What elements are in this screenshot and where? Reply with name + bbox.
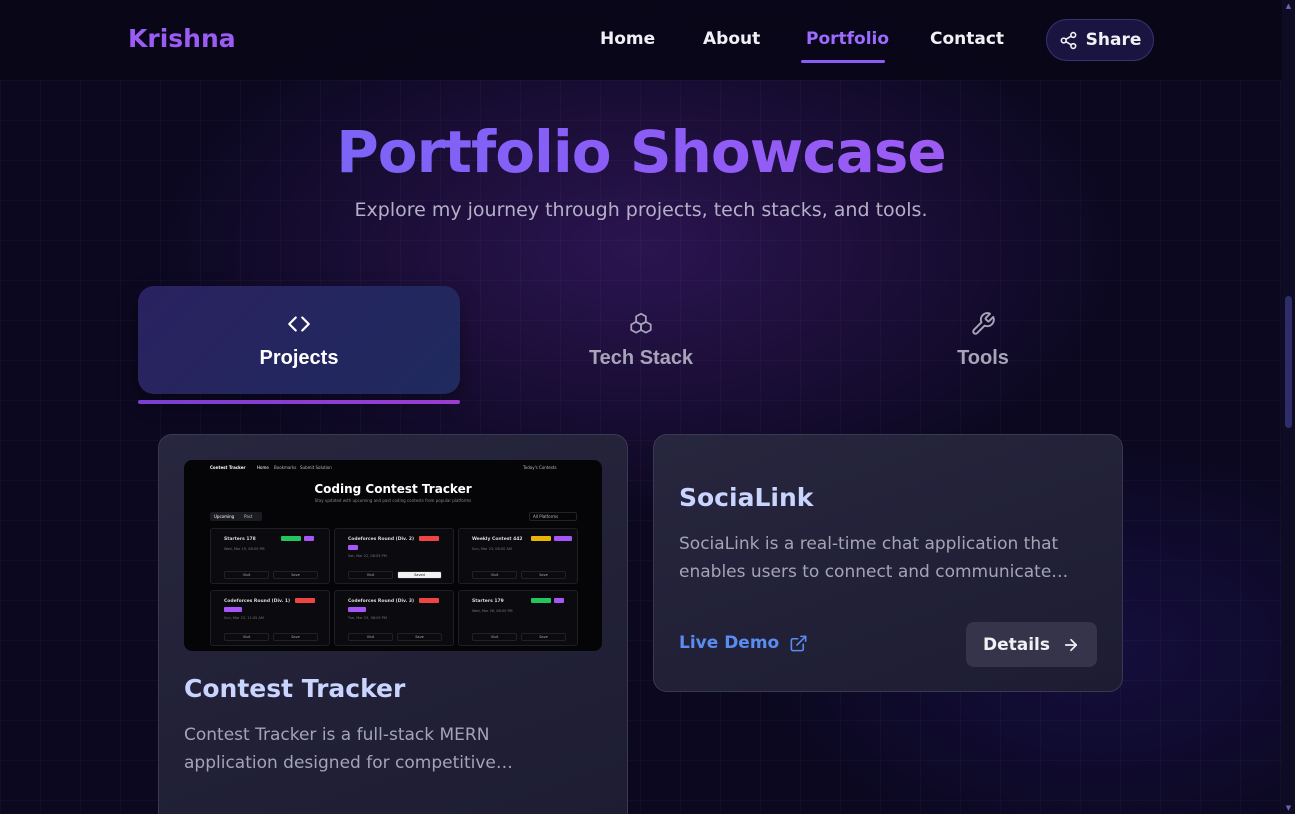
thumb-filter: All Platforms <box>529 512 577 521</box>
thumb-badge <box>304 536 314 541</box>
scroll-down-icon[interactable]: ▼ <box>1285 804 1292 812</box>
thumb-visit-button: Visit <box>472 633 517 641</box>
thumb-save-button: Save <box>273 571 318 579</box>
thumb-contest-name: Codeforces Round (Div. 2) <box>348 537 415 542</box>
thumb-contest-date: Sat, Mar 22, 08:05 PM <box>348 554 387 558</box>
thumb-save-button: Save <box>521 633 566 641</box>
scrollbar[interactable]: ▲ ▼ <box>1282 0 1295 814</box>
live-demo-label: Live Demo <box>679 633 780 653</box>
thumb-nav-item: Bookmarks <box>274 465 297 470</box>
thumb-subtitle: Stay updated with upcoming and past codi… <box>314 498 472 503</box>
live-demo-link[interactable]: Live Demo <box>679 633 808 653</box>
thumb-visit-button: Visit <box>224 571 269 579</box>
thumb-toggle-past: Past <box>244 514 253 519</box>
thumb-contest-card: Codeforces Round (Div. 1) Sun, Mar 23, 1… <box>210 590 330 646</box>
tab-label: Tech Stack <box>588 346 694 369</box>
thumb-contest-date: Tue, Mar 25, 08:05 PM <box>348 616 387 620</box>
code-icon <box>288 315 310 332</box>
thumb-badge <box>348 545 358 550</box>
thumb-badge <box>224 607 242 612</box>
project-description-line: application designed for competitive… <box>184 753 513 773</box>
project-description-line: Contest Tracker is a full-stack MERN <box>184 725 490 745</box>
project-description: Contest Tracker is a full-stack MERN app… <box>184 721 513 777</box>
project-card-socialink[interactable]: SociaLink SociaLink is a real-time chat … <box>653 434 1123 692</box>
project-description-line: enables users to connect and communicate… <box>679 562 1069 582</box>
share-icon <box>1060 31 1077 49</box>
thumb-visit-button: Visit <box>348 571 393 579</box>
thumb-toggle-upcoming: Upcoming <box>214 514 235 519</box>
thumb-visit-button: Visit <box>472 571 517 579</box>
thumb-contest-date: Wed, Mar 19, 08:00 PM <box>224 547 265 551</box>
tab-label: Tools <box>957 346 1009 369</box>
wrench-icon <box>972 311 995 335</box>
thumb-contest-name: Codeforces Round (Div. 3) <box>348 599 415 604</box>
thumb-contest-card: Codeforces Round (Div. 2) Sat, Mar 22, 0… <box>334 528 454 584</box>
thumb-badge <box>554 536 572 541</box>
tab-label: Projects <box>259 346 339 369</box>
thumb-filter-label: All Platforms <box>533 514 559 519</box>
tab-projects[interactable]: Projects <box>138 286 460 394</box>
thumb-right-label: Today's Contests <box>523 465 557 470</box>
thumb-save-button: Save <box>397 633 442 641</box>
boxes-icon <box>630 312 652 334</box>
logo[interactable]: Krishna <box>128 24 236 53</box>
thumb-badge <box>419 598 439 603</box>
thumb-badge <box>295 598 315 603</box>
project-card-contest-tracker[interactable]: Contest Tracker Home Bookmarks Submit So… <box>158 434 628 814</box>
project-thumbnail[interactable]: Contest Tracker Home Bookmarks Submit So… <box>184 460 602 651</box>
thumb-badge <box>554 598 564 603</box>
page-title: Portfolio Showcase <box>0 118 1282 186</box>
thumb-visit-button: Visit <box>224 633 269 641</box>
thumb-badge <box>419 536 439 541</box>
thumb-contest-name: Starters 178 <box>224 537 256 542</box>
tab-tools[interactable]: Tools <box>822 286 1144 394</box>
thumb-badge <box>281 536 301 541</box>
thumb-badge <box>531 536 551 541</box>
thumb-contest-date: Sun, Mar 23, 08:00 AM <box>472 547 512 551</box>
thumb-save-button: Save <box>273 633 318 641</box>
thumb-contest-name: Codeforces Round (Div. 1) <box>224 599 291 604</box>
thumb-app-name: Contest Tracker <box>210 465 246 470</box>
nav-active-indicator <box>801 60 885 63</box>
thumb-nav-item: Submit Solution <box>300 465 332 470</box>
thumb-nav-item: Home <box>257 465 269 470</box>
scroll-up-icon[interactable]: ▲ <box>1285 2 1292 10</box>
tab-tech-stack[interactable]: Tech Stack <box>480 286 802 394</box>
thumb-badge <box>531 598 551 603</box>
thumb-saved-button: Saved <box>397 571 442 579</box>
thumb-contest-name: Weekly Contest 442 <box>472 537 523 542</box>
thumb-contest-card: Starters 178 Wed, Mar 19, 08:00 PM Visit… <box>210 528 330 584</box>
thumb-contest-card: Weekly Contest 442 Sun, Mar 23, 08:00 AM… <box>458 528 578 584</box>
thumb-contest-name: Starters 179 <box>472 599 504 604</box>
nav-link-contact[interactable]: Contact <box>930 29 1004 49</box>
nav-link-about[interactable]: About <box>703 29 760 49</box>
nav-link-portfolio[interactable]: Portfolio <box>806 29 889 49</box>
nav-link-home[interactable]: Home <box>600 29 655 49</box>
thumb-save-button: Save <box>521 571 566 579</box>
scroll-thumb[interactable] <box>1285 296 1292 428</box>
thumb-contest-card: Codeforces Round (Div. 3) Tue, Mar 25, 0… <box>334 590 454 646</box>
thumb-navbar: Contest Tracker Home Bookmarks Submit So… <box>184 460 602 476</box>
thumb-title: Coding Contest Tracker <box>314 482 472 496</box>
share-label: Share <box>1085 30 1142 50</box>
page-subtitle: Explore my journey through projects, tec… <box>354 199 928 221</box>
tab-active-indicator <box>138 400 460 404</box>
thumb-contest-card: Starters 179 Wed, Mar 26, 08:00 PM Visit… <box>458 590 578 646</box>
arrow-right-icon <box>1064 638 1078 651</box>
thumb-toggle: Upcoming Past <box>210 512 262 521</box>
thumb-visit-button: Visit <box>348 633 393 641</box>
share-button[interactable]: Share <box>1046 19 1154 61</box>
details-label: Details <box>982 634 1050 655</box>
details-button[interactable]: Details <box>966 622 1097 667</box>
thumb-contest-date: Sun, Mar 23, 11:05 AM <box>224 616 264 620</box>
thumb-contest-date: Wed, Mar 26, 08:00 PM <box>472 609 513 613</box>
project-title: SociaLink <box>679 483 814 512</box>
thumb-badge <box>348 607 366 612</box>
project-title: Contest Tracker <box>184 674 406 703</box>
navbar: Krishna Home About Portfolio Contact Sha… <box>0 0 1282 80</box>
project-description: SociaLink is a real-time chat applicatio… <box>679 530 1068 586</box>
external-link-icon <box>790 635 807 651</box>
project-description-line: SociaLink is a real-time chat applicatio… <box>679 534 1059 554</box>
